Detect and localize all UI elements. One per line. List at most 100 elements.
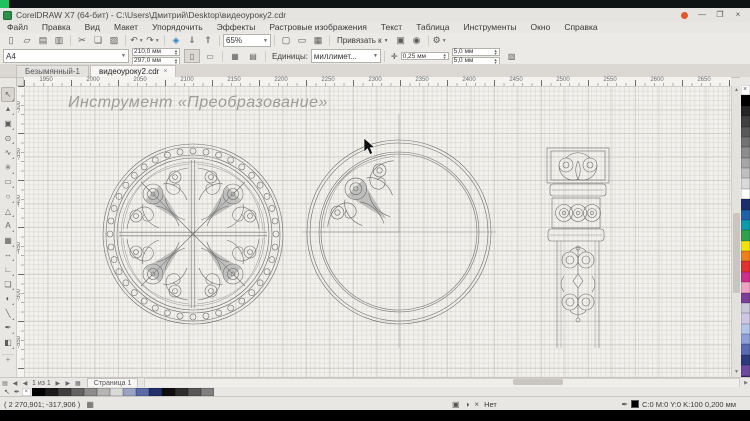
page-size-combo[interactable]: A4 ▼ xyxy=(3,49,129,63)
search-content-button[interactable]: ◈ xyxy=(169,34,183,47)
object-details-icon[interactable]: ▣ xyxy=(452,400,460,409)
menu-effects[interactable]: Эффекты xyxy=(210,22,263,33)
landscape-button[interactable]: ▭ xyxy=(202,49,218,63)
connector-tool[interactable]: ∟ xyxy=(1,262,15,277)
document-palette-swatch[interactable] xyxy=(70,387,84,396)
import-button[interactable]: ⇓ xyxy=(185,34,199,47)
palette-swatch[interactable] xyxy=(740,344,750,355)
document-palette-swatch[interactable] xyxy=(122,387,136,396)
palette-swatch[interactable] xyxy=(740,323,750,334)
add-page-icon[interactable]: ▤ xyxy=(0,380,10,387)
palette-swatch[interactable] xyxy=(740,209,750,220)
palette-swatch[interactable] xyxy=(740,365,750,376)
document-palette-swatch[interactable] xyxy=(135,387,149,396)
next-page-icon[interactable]: ▶ xyxy=(53,380,63,387)
document-palette-swatch[interactable] xyxy=(83,387,97,396)
polygon-tool[interactable]: △ xyxy=(1,204,15,219)
interactive-fill-tool[interactable]: ◧ xyxy=(1,335,15,350)
redo-button[interactable]: ↷ ▼ xyxy=(146,34,160,47)
page-options-icon[interactable]: ▦ xyxy=(73,380,83,387)
crop-tool[interactable]: ▣ xyxy=(1,116,15,131)
horizontal-scroll-thumb[interactable] xyxy=(513,379,564,385)
palette-swatch[interactable] xyxy=(740,136,750,148)
table-tool[interactable]: ▦ xyxy=(1,233,15,248)
document-palette-swatch[interactable] xyxy=(96,387,110,396)
no-color-swatch[interactable]: × xyxy=(740,85,750,96)
menu-file[interactable]: Файл xyxy=(0,22,35,33)
treat-as-filled-button[interactable]: ▧ xyxy=(504,49,520,63)
nudge-field[interactable]: 0,25 мм ▲ ▼ xyxy=(400,52,449,60)
palette-swatch[interactable] xyxy=(740,282,750,293)
menu-bitmaps[interactable]: Растровые изображения xyxy=(262,22,373,33)
fullscreen-preview-button[interactable]: ▢ xyxy=(279,34,293,47)
smart-fill-tool[interactable]: ✳ xyxy=(1,160,15,175)
document-palette-swatch[interactable] xyxy=(57,387,71,396)
copy-button[interactable]: ❏ xyxy=(91,34,105,47)
menu-window[interactable]: Окно xyxy=(524,22,558,33)
dimension-tool[interactable]: ↔ xyxy=(1,248,15,263)
menu-help[interactable]: Справка xyxy=(557,22,604,33)
vertical-scroll-thumb[interactable] xyxy=(733,213,740,293)
pick-tool[interactable]: ↖ xyxy=(1,87,15,102)
palette-swatch[interactable] xyxy=(740,157,750,168)
close-tab-icon[interactable]: × xyxy=(163,68,167,75)
palette-swatch[interactable] xyxy=(740,188,750,200)
palette-swatch[interactable] xyxy=(740,230,750,241)
scroll-right-icon[interactable]: ▶ xyxy=(742,380,750,386)
shape-tool[interactable]: ▴ xyxy=(1,102,15,117)
spinner-arrows-icon[interactable]: ▲ ▼ xyxy=(494,57,498,64)
export-button[interactable]: ⇑ xyxy=(201,34,215,47)
drop-shadow-tool[interactable]: ❏ xyxy=(1,277,15,292)
menu-arrange[interactable]: Упорядочить xyxy=(145,22,210,33)
palette-swatch[interactable] xyxy=(740,219,750,231)
palette-swatch[interactable] xyxy=(740,313,750,324)
document-palette-swatch[interactable] xyxy=(148,387,162,396)
menu-table[interactable]: Таблица xyxy=(409,22,456,33)
new-document-button[interactable]: ▯ xyxy=(4,34,18,47)
cut-button[interactable]: ✂ xyxy=(75,34,89,47)
menu-view[interactable]: Вид xyxy=(78,22,107,33)
palette-swatch[interactable] xyxy=(740,261,750,272)
menu-edit[interactable]: Правка xyxy=(35,22,78,33)
first-page-icon[interactable]: ◀ xyxy=(10,380,20,387)
page-width-field[interactable]: 210,0 мм ▲ ▼ xyxy=(132,47,180,56)
whats-new-button[interactable]: ◉ xyxy=(410,34,424,47)
palette-swatch[interactable] xyxy=(740,334,750,345)
spinner-arrows-icon[interactable]: ▲ ▼ xyxy=(174,48,178,55)
duplicate-x-field[interactable]: 5,0 мм ▲ ▼ xyxy=(451,47,500,56)
document-tab-0[interactable]: Безымянный-1 xyxy=(16,65,89,77)
spinner-arrows-icon[interactable]: ▲ ▼ xyxy=(443,53,447,60)
transparency-tool[interactable]: ◐ xyxy=(1,291,15,306)
ruler-origin-box[interactable] xyxy=(16,77,24,86)
document-palette-swatch[interactable] xyxy=(44,387,58,396)
palette-swatch[interactable] xyxy=(740,147,750,158)
outline-pen-tool[interactable]: ✒ xyxy=(1,321,15,336)
no-color-swatch[interactable]: × xyxy=(21,387,31,396)
welcome-screen-button[interactable]: ▣ xyxy=(394,34,408,47)
print-button[interactable]: ▥ xyxy=(52,34,66,47)
menu-tools[interactable]: Инструменты xyxy=(457,22,524,33)
palette-swatch[interactable] xyxy=(740,240,750,251)
paste-button[interactable]: ▨ xyxy=(107,34,121,47)
zoom-level-combo[interactable]: 65% ▼ xyxy=(223,34,271,47)
palette-swatch[interactable] xyxy=(740,292,750,303)
save-button[interactable]: ▤ xyxy=(36,34,50,47)
prev-page-icon[interactable]: ◀ xyxy=(20,380,30,387)
vertical-scrollbar[interactable]: ▲ ▼ xyxy=(731,86,740,377)
add-tools-button[interactable]: + xyxy=(2,353,14,364)
minimize-button[interactable]: — xyxy=(694,10,710,21)
show-grid-button[interactable]: ▦ xyxy=(311,34,325,47)
document-palette-swatch[interactable] xyxy=(187,387,201,396)
units-combo[interactable]: миллимет... ▼ xyxy=(310,49,381,63)
palette-swatch[interactable] xyxy=(740,105,750,117)
document-tab-1[interactable]: видеоуроку2.cdr × xyxy=(89,65,177,77)
zoom-tool[interactable]: ⊙ xyxy=(1,131,15,146)
all-pages-button[interactable]: ▦ xyxy=(227,49,243,63)
menu-layout[interactable]: Макет xyxy=(107,22,145,33)
open-button[interactable]: ▱ xyxy=(20,34,34,47)
palette-swatch[interactable] xyxy=(740,168,750,179)
color-eyedropper-tool[interactable]: ╲ xyxy=(1,306,15,321)
freehand-tool[interactable]: ∿ xyxy=(1,145,15,160)
spinner-arrows-icon[interactable]: ▲ ▼ xyxy=(494,48,498,55)
palette-swatch[interactable] xyxy=(740,199,750,210)
